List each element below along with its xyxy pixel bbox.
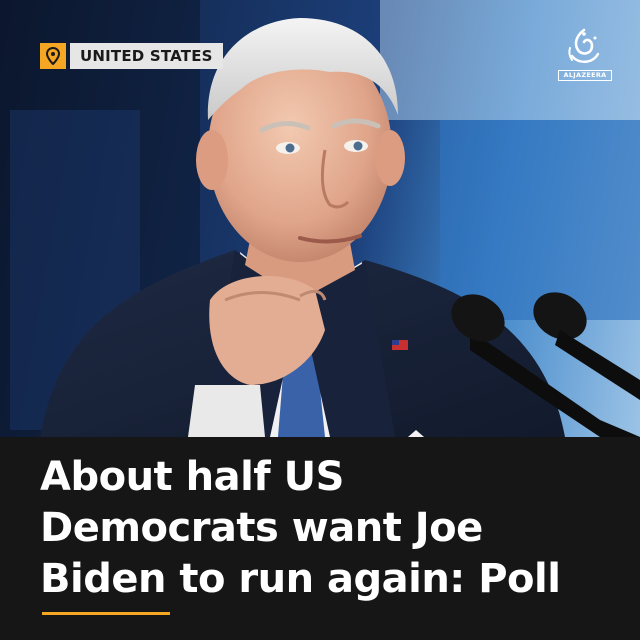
location-tag: UNITED STATES xyxy=(40,43,223,69)
al-jazeera-calligraphy-icon xyxy=(568,28,600,63)
logo-wordmark: ALJAZEERA xyxy=(558,70,612,81)
headline-line: Biden to run again: Poll xyxy=(40,556,561,602)
news-card: UNITED STATES ALJAZEERA About half US De… xyxy=(0,0,640,640)
headline-line: About half US xyxy=(40,454,344,500)
headline-line: Democrats want Joe xyxy=(40,505,483,551)
location-pin-icon xyxy=(40,43,66,69)
headline: About half US Democrats want Joe Biden t… xyxy=(40,452,610,605)
accent-underline xyxy=(42,612,170,615)
al-jazeera-logo: ALJAZEERA xyxy=(558,26,612,82)
location-tag-label: UNITED STATES xyxy=(70,43,223,69)
